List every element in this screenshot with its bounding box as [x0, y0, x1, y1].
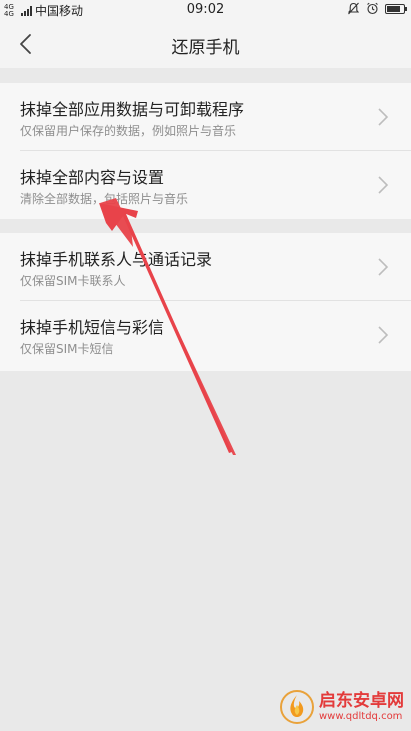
option-title: 抹掉全部应用数据与可卸载程序: [20, 100, 245, 119]
option-subtitle: 仅保留SIM卡联系人: [20, 274, 126, 288]
battery-level: [387, 5, 400, 12]
watermark: 启东安卓网 www.qdltdq.com: [279, 687, 409, 727]
watermark-title: 启东安卓网: [319, 690, 404, 711]
watermark-text: 启东安卓网 www.qdltdq.com: [319, 690, 404, 723]
reset-options-group-1: 抹掉全部应用数据与可卸载程序 仅保留用户保存的数据，例如照片与音乐 抹掉全部内容…: [0, 83, 411, 219]
erase-apps-data-option[interactable]: 抹掉全部应用数据与可卸载程序 仅保留用户保存的数据，例如照片与音乐: [0, 83, 411, 151]
bell-muted-icon: [347, 2, 360, 15]
chevron-right-icon: [378, 326, 389, 344]
option-title: 抹掉手机短信与彩信: [20, 318, 165, 337]
alarm-clock-icon: [367, 2, 378, 15]
reset-options-group-2: 抹掉手机联系人与通话记录 仅保留SIM卡联系人 抹掉手机短信与彩信 仅保留SIM…: [0, 233, 411, 371]
chevron-right-icon: [378, 176, 389, 194]
erase-all-content-option[interactable]: 抹掉全部内容与设置 清除全部数据，包括照片与音乐: [0, 151, 411, 219]
page-title: 还原手机: [171, 38, 240, 58]
battery-icon: [385, 3, 407, 14]
navigation-header: 还原手机: [0, 20, 411, 68]
chevron-right-icon: [378, 258, 389, 276]
status-right: [347, 2, 407, 15]
erase-contacts-calls-option[interactable]: 抹掉手机联系人与通话记录 仅保留SIM卡联系人: [0, 233, 411, 301]
option-subtitle: 清除全部数据，包括照片与音乐: [20, 192, 189, 206]
option-title: 抹掉全部内容与设置: [20, 168, 165, 187]
option-title: 抹掉手机联系人与通话记录: [20, 250, 213, 269]
watermark-url: www.qdltdq.com: [319, 710, 403, 722]
chevron-right-icon: [378, 108, 389, 126]
erase-sms-mms-option[interactable]: 抹掉手机短信与彩信 仅保留SIM卡短信: [0, 301, 411, 369]
option-subtitle: 仅保留SIM卡短信: [20, 342, 114, 356]
option-subtitle: 仅保留用户保存的数据，例如照片与音乐: [20, 124, 237, 138]
status-bar: 4G 4G 中国移动 09:02: [0, 0, 411, 20]
flame-logo-icon: [280, 690, 314, 724]
